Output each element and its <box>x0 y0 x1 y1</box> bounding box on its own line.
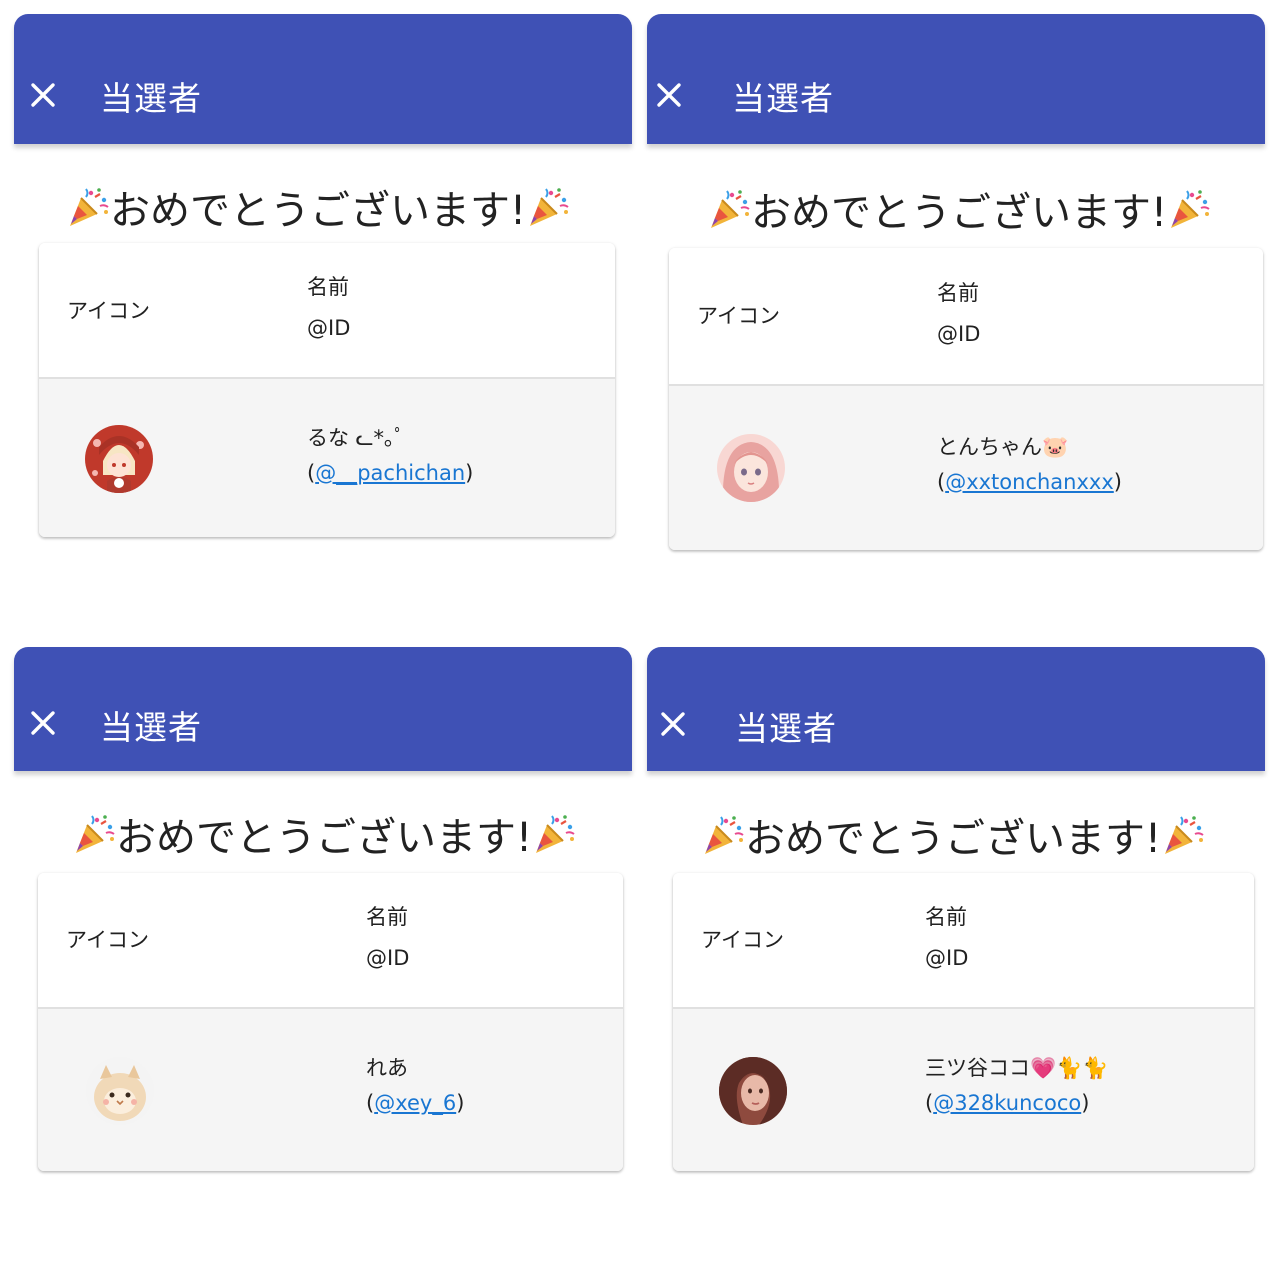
table-row: 三ツ谷ココ💗🐈🐈 (@328kuncoco) <box>673 1009 1254 1171</box>
app-bar: 当選者 <box>14 647 632 771</box>
winner-name: 三ツ谷ココ💗🐈🐈 <box>925 1056 1109 1080</box>
winner-table: アイコン 名前 @ID とんちゃん🐷 (@xxtonchanxxx) <box>669 248 1263 550</box>
close-icon[interactable] <box>654 80 684 110</box>
winner-name-cell: れあ (@xey_6) <box>366 1051 464 1121</box>
close-icon[interactable] <box>28 708 58 738</box>
avatar <box>717 434 785 502</box>
winner-dialog-4: 当選者 おめでとうございます! アイコン 名前 @ID 三ツ谷ココ💗🐈🐈 (@3… <box>647 647 1267 1247</box>
column-header-icon: アイコン <box>697 304 780 328</box>
party-popper-icon <box>532 812 576 856</box>
party-popper-icon <box>72 812 116 856</box>
congrats-message: おめでとうございます! <box>643 806 1263 864</box>
app-bar: 当選者 <box>14 14 632 144</box>
winner-name: るな ᓚ*｡ﾟ <box>307 426 406 450</box>
winner-name-cell: 三ツ谷ココ💗🐈🐈 (@328kuncoco) <box>925 1051 1108 1121</box>
winner-handle-link[interactable]: @328kuncoco <box>933 1091 1081 1115</box>
winner-name: れあ <box>366 1056 408 1080</box>
party-popper-icon <box>707 187 751 231</box>
close-icon[interactable] <box>28 80 58 110</box>
congrats-message: おめでとうございます! <box>649 180 1269 238</box>
winner-handle-link[interactable]: @xxtonchanxxx <box>945 470 1114 494</box>
dialog-title: 当選者 <box>732 79 834 118</box>
winner-dialog-2: 当選者 おめでとうございます! アイコン 名前 @ID とんちゃん🐷 (@xxt… <box>647 14 1267 614</box>
winner-dialog-3: 当選者 おめでとうございます! アイコン 名前 @ID れあ (@xey_6) <box>14 647 634 1247</box>
table-header: アイコン 名前 @ID <box>673 873 1254 1009</box>
column-header-name: 名前 @ID <box>937 281 981 346</box>
table-row: とんちゃん🐷 (@xxtonchanxxx) <box>669 386 1263 550</box>
table-header: アイコン 名前 @ID <box>38 873 623 1009</box>
close-icon[interactable] <box>658 709 688 739</box>
table-header: アイコン 名前 @ID <box>39 243 615 379</box>
column-header-icon: アイコン <box>66 928 149 952</box>
dialog-title: 当選者 <box>735 709 837 748</box>
column-header-icon: アイコン <box>67 299 150 323</box>
winner-dialog-1: 当選者 おめでとうございます! アイコン 名前 @ID るな ᓚ*｡ﾟ (@__… <box>14 14 634 614</box>
avatar <box>719 1057 787 1125</box>
column-header-icon: アイコン <box>701 928 784 952</box>
table-row: るな ᓚ*｡ﾟ (@__pachichan) <box>39 379 615 537</box>
dialog-title: 当選者 <box>100 708 202 747</box>
winner-name-cell: るな ᓚ*｡ﾟ (@__pachichan) <box>307 421 473 491</box>
congrats-message: おめでとうございます! <box>14 805 634 863</box>
party-popper-icon <box>701 813 745 857</box>
avatar <box>86 1057 154 1125</box>
column-header-name: 名前 @ID <box>307 275 351 340</box>
table-row: れあ (@xey_6) <box>38 1009 623 1171</box>
party-popper-icon <box>526 185 570 229</box>
winner-name-cell: とんちゃん🐷 (@xxtonchanxxx) <box>937 430 1122 500</box>
winner-handle-link[interactable]: @xey_6 <box>374 1091 456 1115</box>
winner-name: とんちゃん🐷 <box>937 435 1069 459</box>
winner-handle-link[interactable]: @__pachichan <box>315 461 465 485</box>
column-header-name: 名前 @ID <box>366 905 410 970</box>
column-header-name: 名前 @ID <box>925 905 969 970</box>
party-popper-icon <box>1167 187 1211 231</box>
party-popper-icon <box>66 185 110 229</box>
avatar <box>85 425 153 493</box>
app-bar: 当選者 <box>647 14 1265 144</box>
congrats-message: おめでとうございます! <box>8 178 628 236</box>
dialog-title: 当選者 <box>100 79 202 118</box>
winner-table: アイコン 名前 @ID <box>39 243 615 537</box>
winner-table: アイコン 名前 @ID 三ツ谷ココ💗🐈🐈 (@328kuncoco) <box>673 873 1254 1171</box>
app-bar: 当選者 <box>647 647 1265 771</box>
table-header: アイコン 名前 @ID <box>669 248 1263 386</box>
winner-table: アイコン 名前 @ID <box>38 873 623 1171</box>
party-popper-icon <box>1161 813 1205 857</box>
